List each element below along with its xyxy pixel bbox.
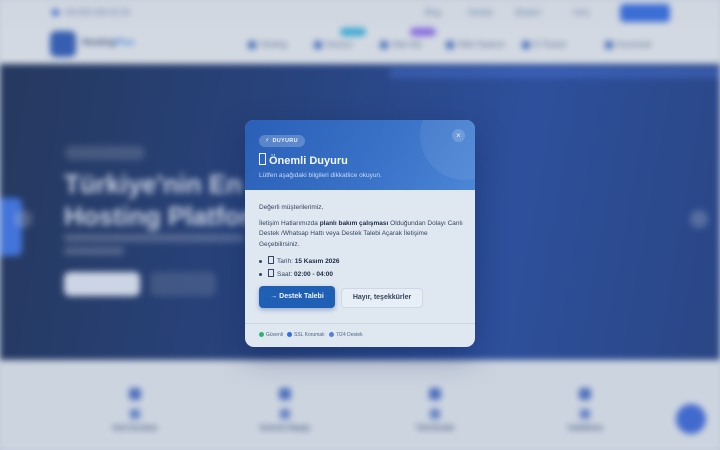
modal-title: Önemli Duyuru — [259, 153, 348, 167]
announcement-badge: ⚡ DUYURU — [259, 135, 305, 147]
notice-icon — [259, 153, 266, 165]
modal-footer: Güvenli SSL Korumalı 7/24 Destek — [245, 323, 475, 347]
list-item: Tarih: 15 Kasım 2026 — [259, 255, 464, 268]
modal-subtitle: Lütfen aşağıdaki bilgileri dikkatlice ok… — [259, 172, 382, 179]
footer-trust-secure: Güvenli — [259, 332, 283, 338]
check-icon — [259, 332, 264, 337]
footer-trust-ssl: SSL Korumalı — [287, 332, 325, 338]
announcement-text: İletişim Hatlarımızda planlı bakım çalış… — [259, 219, 463, 248]
modal-header: ⚡ DUYURU × Önemli Duyuru Lütfen aşağıdaki… — [245, 120, 475, 190]
arrow-right-icon: → — [270, 293, 280, 300]
close-icon[interactable]: × — [452, 129, 465, 142]
dismiss-button[interactable]: Hayır, teşekkürler — [341, 288, 423, 308]
bolt-icon: ⚡ — [265, 138, 270, 144]
maintenance-details: Tarih: 15 Kasım 2026 Saat: 02:00 - 04:00 — [259, 255, 464, 281]
clock-icon — [268, 269, 274, 277]
footer-trust-support: 7/24 Destek — [329, 332, 363, 338]
modal-body: Değerli müşterilerimiz, İletişim Hatları… — [259, 203, 464, 281]
greeting-text: Değerli müşterilerimiz, — [259, 204, 324, 211]
support-ticket-button[interactable]: → Destek Talebi — [259, 286, 335, 308]
list-item: Saat: 02:00 - 04:00 — [259, 268, 464, 281]
calendar-icon — [268, 256, 274, 264]
lock-icon — [287, 332, 292, 337]
headset-icon — [329, 332, 334, 337]
announcement-modal: ⚡ DUYURU × Önemli Duyuru Lütfen aşağıdaki… — [245, 120, 475, 347]
